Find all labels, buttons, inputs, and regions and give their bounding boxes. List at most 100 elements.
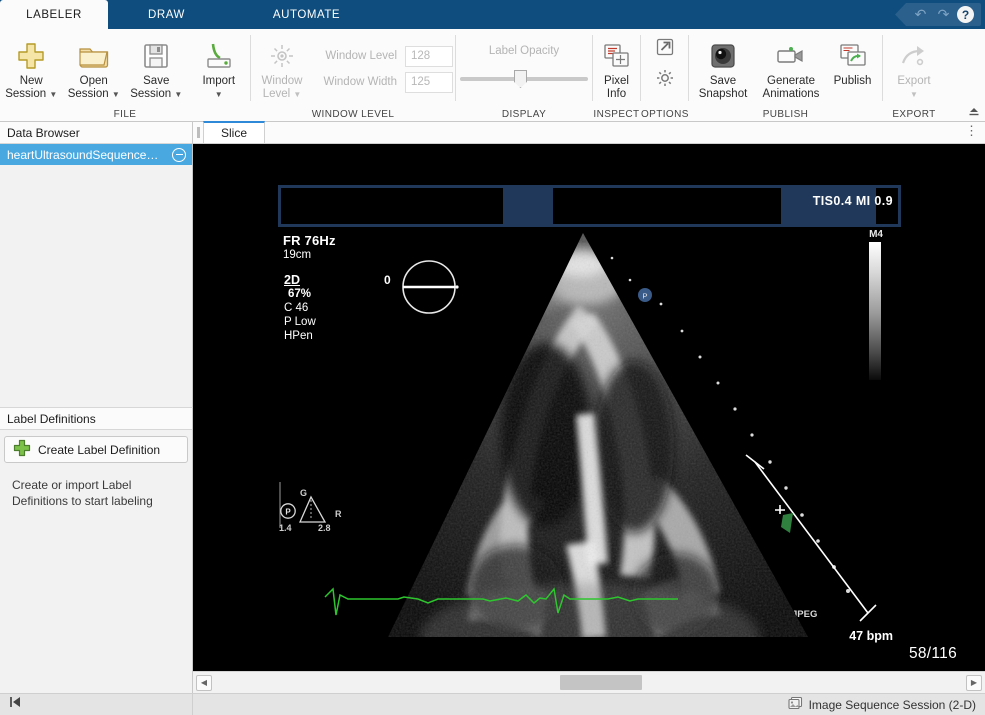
- label-definitions-title-text: Label Definitions: [7, 412, 96, 426]
- scroll-left-icon[interactable]: ◀: [196, 675, 212, 691]
- save-session-button[interactable]: SaveSession ▼: [125, 34, 188, 101]
- frame-counter: 58/116: [909, 645, 957, 663]
- list-item[interactable]: heartUltrasoundSequence…: [0, 144, 192, 165]
- publish-icon: [839, 39, 867, 73]
- window-width-field-row: Window Width 125: [313, 70, 453, 94]
- remove-circle-icon[interactable]: [172, 148, 186, 162]
- status-bar-right: Image Sequence Session (2-D): [193, 696, 985, 713]
- create-label-definition-button[interactable]: Create Label Definition: [4, 436, 188, 463]
- ribbon-tab-labeler[interactable]: LABELER: [0, 0, 108, 29]
- ribbon-group-inspect: PixelInfo INSPECT: [593, 29, 640, 122]
- export-button[interactable]: Export ▼: [883, 34, 945, 101]
- session-type-label: Image Sequence Session (2-D): [809, 698, 976, 712]
- ribbon-group-display-label: DISPLAY: [456, 107, 592, 122]
- import-button[interactable]: Import ▼: [188, 34, 251, 101]
- ribbon-toolbar: NewSession ▼ OpenSession ▼ SaveSession ▼: [0, 29, 985, 122]
- chevron-down-icon[interactable]: ▼: [910, 90, 918, 99]
- label-opacity-slider[interactable]: [460, 69, 588, 89]
- save-snapshot-label-top: Save: [710, 75, 736, 87]
- skip-to-start-icon[interactable]: [8, 695, 22, 714]
- publish-button[interactable]: Publish: [825, 34, 880, 88]
- open-session-button[interactable]: OpenSession ▼: [63, 34, 126, 101]
- import-label: Import: [202, 75, 235, 87]
- ribbon-group-window-level: WindowLevel ▼ Window Level 128 Window Wi…: [251, 29, 455, 122]
- redo-icon[interactable]: ↷: [934, 5, 953, 24]
- medical-image-labeler-window: LABELER DRAW AUTOMATE ↶ ↷ ? NewSession ▼: [0, 0, 985, 715]
- label-definitions-hint: Create or import Label Definitions to st…: [12, 477, 182, 509]
- scrollbar-thumb[interactable]: [560, 675, 642, 690]
- image-canvas[interactable]: TIS0.4 MI 0.9 FR 76Hz 19cm 2D 67% C 46 P…: [193, 144, 985, 671]
- tab-slice[interactable]: Slice: [203, 121, 265, 143]
- generate-animations-label-bottom: Animations: [763, 88, 820, 100]
- collapse-ribbon-icon[interactable]: [967, 103, 981, 120]
- help-icon[interactable]: ?: [957, 6, 974, 23]
- horizontal-scrollbar[interactable]: ◀ ▶: [193, 671, 985, 693]
- brightness-icon: [268, 39, 296, 73]
- window-level-button[interactable]: WindowLevel ▼: [251, 34, 313, 101]
- chevron-down-icon[interactable]: ▼: [112, 90, 120, 99]
- window-level-field-label: Window Level: [313, 50, 405, 62]
- chevron-down-icon[interactable]: ▼: [49, 90, 57, 99]
- generate-animations-button[interactable]: GenerateAnimations: [757, 34, 825, 101]
- pixel-info-label-bottom: Info: [607, 88, 626, 100]
- dataset-name: heartUltrasoundSequence…: [7, 148, 158, 162]
- ribbon-tab-strip: LABELER DRAW AUTOMATE ↶ ↷ ?: [0, 0, 985, 29]
- status-bar-left: [0, 694, 193, 715]
- more-vertical-icon[interactable]: ⋮: [965, 125, 978, 137]
- ribbon-tab-automate[interactable]: AUTOMATE: [255, 0, 358, 29]
- new-session-button[interactable]: NewSession ▼: [0, 34, 63, 101]
- export-icon: [899, 39, 929, 73]
- chevron-down-icon[interactable]: ▼: [293, 90, 301, 99]
- scroll-right-icon[interactable]: ▶: [966, 675, 982, 691]
- ribbon-group-export-label: EXPORT: [883, 107, 945, 122]
- save-snapshot-button[interactable]: SaveSnapshot: [689, 34, 757, 101]
- drag-grip-icon[interactable]: [193, 121, 203, 143]
- document-area: Slice ⋮ TIS0.4 MI 0.9 FR 76Hz 19cm 2D 67…: [193, 122, 985, 693]
- pixel-info-button[interactable]: PixelInfo: [593, 34, 640, 101]
- save-session-label-top: Save: [143, 75, 169, 87]
- quick-access-toolbar: ↶ ↷ ?: [895, 3, 981, 26]
- pixel-info-icon: [603, 39, 631, 73]
- ribbon-group-display: Label Opacity DISPLAY: [456, 29, 592, 122]
- slider-knob[interactable]: [514, 70, 527, 88]
- export-label: Export: [897, 75, 930, 87]
- ribbon-group-options: OPTIONS: [641, 29, 688, 122]
- ribbon-group-file-label: FILE: [0, 107, 250, 122]
- ribbon-group-publish: SaveSnapshot GenerateAnimations Publish …: [689, 29, 882, 122]
- publish-label: Publish: [834, 75, 872, 87]
- ribbon-tab-labeler-label: LABELER: [26, 9, 82, 21]
- data-browser-title-text: Data Browser: [7, 126, 80, 140]
- document-tab-bar: Slice ⋮: [193, 122, 985, 144]
- ribbon-tab-automate-label: AUTOMATE: [273, 9, 340, 21]
- chevron-down-icon[interactable]: ▼: [215, 90, 223, 99]
- floppy-disk-icon: [142, 39, 170, 73]
- new-session-label-bottom: Session: [5, 88, 46, 100]
- new-session-label-top: New: [20, 75, 43, 87]
- ribbon-group-file: NewSession ▼ OpenSession ▼ SaveSession ▼: [0, 29, 250, 122]
- scrollbar-track[interactable]: [215, 672, 963, 694]
- window-level-label-top: Window: [262, 75, 303, 87]
- plus-icon: [16, 39, 46, 73]
- data-browser-list: heartUltrasoundSequence…: [0, 144, 192, 407]
- chevron-down-icon[interactable]: ▼: [174, 90, 182, 99]
- open-external-icon[interactable]: [655, 37, 675, 62]
- open-session-label-top: Open: [80, 75, 108, 87]
- camera-icon: [709, 39, 737, 73]
- import-icon: [204, 39, 234, 73]
- ribbon-tab-draw[interactable]: DRAW: [130, 0, 203, 29]
- status-bar: Image Sequence Session (2-D): [0, 693, 985, 715]
- data-browser-title: Data Browser: [0, 122, 192, 144]
- undo-icon[interactable]: ↶: [911, 5, 930, 24]
- window-width-input[interactable]: 125: [405, 72, 453, 93]
- label-definitions-panel: Label Definitions Create Label Definitio…: [0, 407, 193, 693]
- ribbon-group-options-label: OPTIONS: [641, 107, 688, 122]
- window-level-input[interactable]: 128: [405, 46, 453, 67]
- redo-glyph: ↷: [938, 6, 950, 23]
- ribbon-group-inspect-label: INSPECT: [593, 107, 640, 122]
- gear-icon[interactable]: [655, 68, 675, 93]
- open-session-label-bottom: Session: [68, 88, 109, 100]
- save-session-label-bottom: Session: [130, 88, 171, 100]
- svg-text:P: P: [642, 292, 647, 301]
- save-snapshot-label-bottom: Snapshot: [699, 88, 748, 100]
- ribbon-group-window-level-label: WINDOW LEVEL: [251, 107, 455, 122]
